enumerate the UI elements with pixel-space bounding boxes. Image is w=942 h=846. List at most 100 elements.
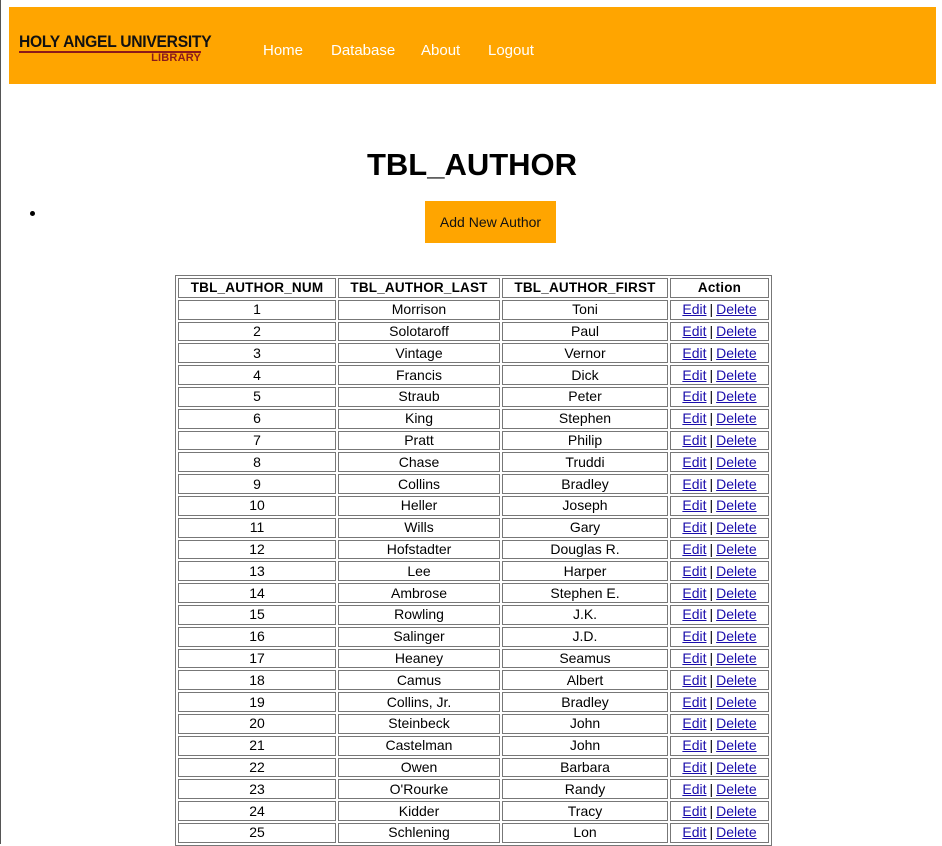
delete-link[interactable]: Delete: [716, 541, 756, 557]
edit-link[interactable]: Edit: [682, 694, 706, 710]
delete-link[interactable]: Delete: [716, 301, 756, 317]
edit-link[interactable]: Edit: [682, 803, 706, 819]
cell-author-last: Vintage: [338, 343, 500, 364]
delete-link[interactable]: Delete: [716, 323, 756, 339]
edit-link[interactable]: Edit: [682, 367, 706, 383]
cell-author-num: 11: [178, 517, 336, 538]
table-row: 2 Solotaroff Paul Edit | Delete: [178, 321, 769, 342]
delete-link[interactable]: Delete: [716, 628, 756, 644]
delete-link[interactable]: Delete: [716, 497, 756, 513]
cell-actions: Edit | Delete: [670, 452, 769, 473]
delete-link[interactable]: Delete: [716, 672, 756, 688]
edit-link[interactable]: Edit: [682, 323, 706, 339]
delete-link[interactable]: Delete: [716, 824, 756, 840]
delete-link[interactable]: Delete: [716, 519, 756, 535]
action-separator: |: [709, 671, 714, 688]
table-row: 8 Chase Truddi Edit | Delete: [178, 452, 769, 473]
cell-author-num: 13: [178, 561, 336, 582]
cell-author-num: 16: [178, 626, 336, 647]
edit-link[interactable]: Edit: [682, 497, 706, 513]
cell-actions: Edit | Delete: [670, 583, 769, 603]
column-header-action: Action: [670, 278, 769, 298]
cell-author-last: Heller: [338, 495, 500, 516]
cell-author-first: Stephen: [502, 408, 668, 429]
edit-link[interactable]: Edit: [682, 672, 706, 688]
action-separator: |: [709, 824, 714, 841]
delete-link[interactable]: Delete: [716, 715, 756, 731]
university-logo[interactable]: HOLY ANGEL UNIVERSITY LIBRARY: [19, 32, 212, 68]
action-separator: |: [709, 519, 714, 536]
delete-link[interactable]: Delete: [716, 563, 756, 579]
table-row: 9 Collins Bradley Edit | Delete: [178, 474, 769, 494]
edit-link[interactable]: Edit: [682, 410, 706, 426]
edit-link[interactable]: Edit: [682, 432, 706, 448]
cell-actions: Edit | Delete: [670, 692, 769, 712]
cell-author-num: 18: [178, 670, 336, 691]
delete-link[interactable]: Delete: [716, 606, 756, 622]
delete-link[interactable]: Delete: [716, 737, 756, 753]
cell-author-first: Seamus: [502, 648, 668, 669]
nav-logout-link[interactable]: Logout: [488, 42, 534, 60]
cell-author-num: 23: [178, 779, 336, 800]
edit-link[interactable]: Edit: [682, 650, 706, 666]
delete-link[interactable]: Delete: [716, 345, 756, 361]
cell-author-first: Vernor: [502, 343, 668, 364]
nav-database-link[interactable]: Database: [331, 42, 395, 60]
delete-link[interactable]: Delete: [716, 803, 756, 819]
action-separator: |: [709, 301, 714, 318]
edit-link[interactable]: Edit: [682, 301, 706, 317]
edit-link[interactable]: Edit: [682, 606, 706, 622]
delete-link[interactable]: Delete: [716, 759, 756, 775]
action-separator: |: [709, 649, 714, 666]
action-separator: |: [709, 453, 714, 470]
top-navbar: HOLY ANGEL UNIVERSITY LIBRARY Home Datab…: [9, 7, 936, 84]
action-separator: |: [709, 562, 714, 579]
cell-actions: Edit | Delete: [670, 561, 769, 582]
edit-link[interactable]: Edit: [682, 563, 706, 579]
action-separator: |: [709, 366, 714, 383]
author-table: TBL_AUTHOR_NUM TBL_AUTHOR_LAST TBL_AUTHO…: [175, 275, 772, 846]
cell-author-last: Collins, Jr.: [338, 692, 500, 712]
edit-link[interactable]: Edit: [682, 824, 706, 840]
author-table-container: TBL_AUTHOR_NUM TBL_AUTHOR_LAST TBL_AUTHO…: [175, 275, 772, 846]
cell-actions: Edit | Delete: [670, 604, 769, 625]
cell-actions: Edit | Delete: [670, 801, 769, 821]
delete-link[interactable]: Delete: [716, 367, 756, 383]
cell-actions: Edit | Delete: [670, 539, 769, 560]
edit-link[interactable]: Edit: [682, 388, 706, 404]
delete-link[interactable]: Delete: [716, 476, 756, 492]
cell-actions: Edit | Delete: [670, 517, 769, 538]
delete-link[interactable]: Delete: [716, 781, 756, 797]
edit-link[interactable]: Edit: [682, 737, 706, 753]
delete-link[interactable]: Delete: [716, 454, 756, 470]
delete-link[interactable]: Delete: [716, 388, 756, 404]
add-new-author-button[interactable]: Add New Author: [425, 201, 556, 243]
edit-link[interactable]: Edit: [682, 519, 706, 535]
delete-link[interactable]: Delete: [716, 410, 756, 426]
delete-link[interactable]: Delete: [716, 585, 756, 601]
edit-link[interactable]: Edit: [682, 541, 706, 557]
delete-link[interactable]: Delete: [716, 432, 756, 448]
edit-link[interactable]: Edit: [682, 759, 706, 775]
cell-author-first: Toni: [502, 299, 668, 320]
edit-link[interactable]: Edit: [682, 781, 706, 797]
cell-author-num: 25: [178, 822, 336, 843]
cell-actions: Edit | Delete: [670, 365, 769, 385]
nav-home-link[interactable]: Home: [263, 42, 303, 60]
cell-actions: Edit | Delete: [670, 670, 769, 691]
cell-author-num: 19: [178, 692, 336, 712]
delete-link[interactable]: Delete: [716, 694, 756, 710]
column-header-author-last: TBL_AUTHOR_LAST: [338, 278, 500, 298]
cell-actions: Edit | Delete: [670, 321, 769, 342]
edit-link[interactable]: Edit: [682, 476, 706, 492]
nav-about-link[interactable]: About: [421, 42, 460, 60]
edit-link[interactable]: Edit: [682, 628, 706, 644]
cell-author-last: Steinbeck: [338, 713, 500, 734]
logo-title: HOLY ANGEL UNIVERSITY: [19, 32, 212, 51]
edit-link[interactable]: Edit: [682, 345, 706, 361]
edit-link[interactable]: Edit: [682, 715, 706, 731]
edit-link[interactable]: Edit: [682, 454, 706, 470]
action-separator: |: [709, 737, 714, 754]
edit-link[interactable]: Edit: [682, 585, 706, 601]
delete-link[interactable]: Delete: [716, 650, 756, 666]
